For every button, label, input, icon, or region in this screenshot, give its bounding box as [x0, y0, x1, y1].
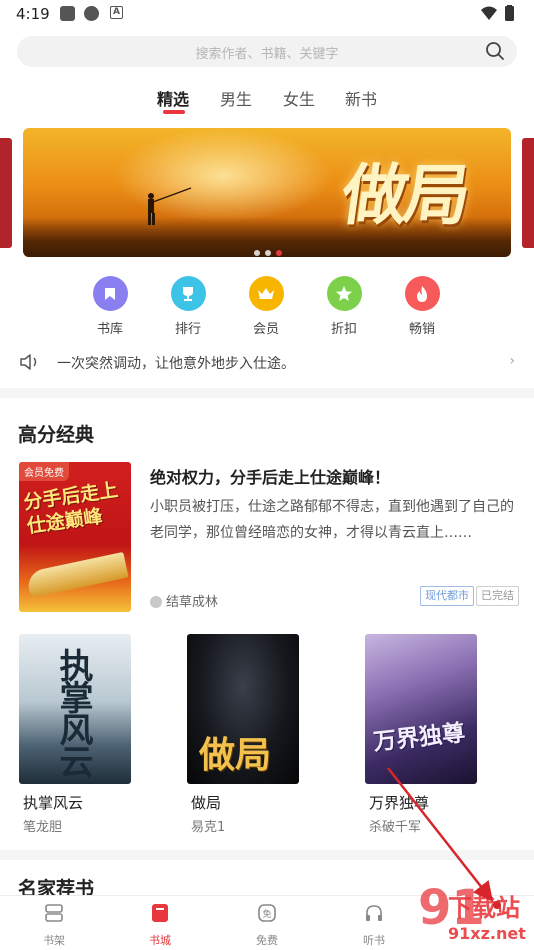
- announcement-text: 一次突然调动，让他意外地步入仕途。: [57, 356, 295, 372]
- crown-icon: [248, 276, 284, 311]
- author-name: 结草成林: [166, 595, 219, 610]
- watermark-logo: 91 下载站 91xz.net: [418, 880, 534, 950]
- status-tag: 已完结: [476, 586, 519, 606]
- tab-new[interactable]: 新书: [345, 86, 377, 110]
- watermark-url: 91xz.net: [448, 924, 526, 943]
- book-card[interactable]: 执掌风云 执掌风云 笔龙胆: [19, 634, 131, 835]
- book-title: 执掌风云: [23, 794, 84, 812]
- book-author: 易克1: [191, 820, 226, 835]
- genre-tag: 现代都市: [420, 586, 474, 606]
- notification-icon: [60, 6, 75, 21]
- speaker-icon: [20, 354, 37, 370]
- shortcut-ranking[interactable]: 排行: [158, 276, 218, 337]
- free-icon: 免: [258, 904, 276, 922]
- book-card[interactable]: 万界独尊 万界独尊 杀破千军: [365, 634, 477, 835]
- nav-label: 免费: [256, 934, 278, 947]
- shortcut-discount[interactable]: 折扣: [314, 276, 374, 337]
- featured-book-author: 结草成林: [150, 591, 218, 610]
- star-icon: [326, 276, 362, 311]
- shortcut-label: 书库: [96, 322, 123, 337]
- a-notification-icon: A: [110, 6, 123, 19]
- svg-text:免: 免: [262, 908, 271, 920]
- book-title: 做局: [191, 794, 222, 812]
- book-author: 杀破千军: [369, 820, 422, 835]
- banner-dot: [265, 250, 271, 256]
- tab-male[interactable]: 男生: [220, 86, 252, 110]
- book-cover-title: 做局: [199, 734, 272, 776]
- shortcut-label: 畅销: [408, 322, 435, 337]
- bookstore-icon: [152, 904, 168, 922]
- banner-dot-active: [276, 250, 282, 256]
- search-bar[interactable]: 搜索作者、书籍、关键字: [17, 36, 517, 67]
- status-indicators: [480, 5, 520, 26]
- bookshelf-icon: [45, 904, 63, 922]
- featured-book-cover[interactable]: 会员免费 分手后走上仕途巅峰: [19, 462, 131, 612]
- book-author: 笔龙胆: [23, 820, 63, 835]
- featured-book-title[interactable]: 绝对权力，分手后走上仕途巅峰！: [150, 464, 390, 488]
- headphones-icon: [366, 905, 382, 921]
- next-banner-peek[interactable]: [522, 138, 534, 248]
- app-notification-icon: [84, 6, 99, 21]
- nav-label: 听书: [363, 934, 385, 947]
- book-cover: 做局: [187, 634, 299, 784]
- member-free-badge: 会员免费: [19, 462, 69, 481]
- search-placeholder: 搜索作者、书籍、关键字: [195, 47, 339, 62]
- section-divider: [0, 388, 534, 398]
- trophy-icon: [170, 276, 206, 311]
- fisherman-silhouette: [148, 187, 192, 225]
- banner[interactable]: 做局: [23, 128, 511, 257]
- section-title-high: 高分经典: [18, 424, 95, 446]
- announcement-bar[interactable]: 一次突然调动，让他意外地步入仕途。 ›: [17, 349, 517, 375]
- shortcut-label: 排行: [174, 322, 201, 337]
- book-cover-title: 执掌风云: [53, 648, 93, 776]
- banner-dot: [254, 250, 260, 256]
- search-icon[interactable]: [485, 41, 505, 65]
- shortcut-label: 会员: [252, 322, 279, 337]
- featured-book-description: 小职员被打压，仕途之路郁郁不得志，直到他遇到了自己的老同学，那位曾经暗恋的女神，…: [150, 499, 514, 541]
- nav-audiobook[interactable]: 听书: [344, 902, 404, 948]
- book-card[interactable]: 做局 做局 易克1: [187, 634, 299, 835]
- author-icon: [150, 596, 162, 608]
- nav-free[interactable]: 免 免费: [237, 902, 297, 948]
- book-title: 万界独尊: [369, 794, 430, 812]
- chevron-right-icon: ›: [509, 353, 515, 369]
- banner-title: 做局: [336, 156, 472, 234]
- shortcut-label: 折扣: [330, 322, 357, 337]
- nav-bookshelf[interactable]: 书架: [24, 902, 84, 948]
- nav-label: 书架: [43, 934, 65, 947]
- section-divider: [0, 850, 534, 860]
- nav-label: 书城: [149, 934, 171, 947]
- prev-banner-peek[interactable]: [0, 138, 12, 248]
- watermark-brand: 下载站: [448, 894, 520, 922]
- category-tabs: 精选 男生 女生 新书: [0, 86, 534, 120]
- shortcut-library[interactable]: 书库: [80, 276, 140, 337]
- book-cover: 执掌风云: [19, 634, 131, 784]
- bookmark-icon: [92, 276, 128, 311]
- book-cover-title: 万界独尊: [372, 719, 467, 756]
- cover-train-art: [25, 551, 129, 599]
- shortcut-member[interactable]: 会员: [236, 276, 296, 337]
- book-cover: 万界独尊: [365, 634, 477, 784]
- tab-featured[interactable]: 精选: [157, 86, 189, 110]
- status-time: 4:19: [16, 5, 50, 23]
- nav-bookstore[interactable]: 书城: [130, 902, 190, 948]
- cover-title: 分手后走上仕途巅峰: [22, 478, 120, 538]
- tab-indicator: [163, 110, 185, 114]
- wifi-battery-icon: [481, 5, 514, 21]
- status-bar: 4:19 A: [0, 0, 534, 28]
- flame-icon: [404, 276, 440, 311]
- shortcut-bestseller[interactable]: 畅销: [392, 276, 452, 337]
- tab-female[interactable]: 女生: [283, 86, 315, 110]
- banner-pagination: [254, 241, 287, 260]
